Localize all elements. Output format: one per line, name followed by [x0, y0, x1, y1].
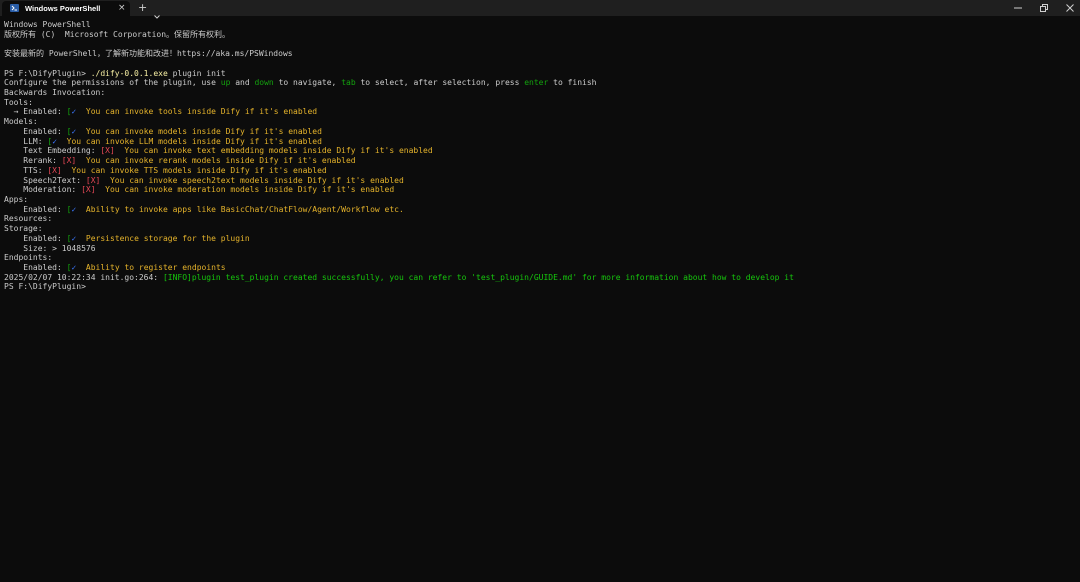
powershell-icon [10, 4, 19, 12]
final-prompt[interactable]: PS F:\DifyPlugin> [4, 282, 1076, 292]
option-text: Ability to register endpoints [76, 262, 226, 272]
key-tab: tab [341, 78, 356, 88]
key-up: up [220, 78, 231, 88]
option-prefix: Moderation: [4, 185, 82, 195]
option-text: You can invoke LLM models inside Dify if… [57, 136, 322, 146]
option-prefix: Text Embedding: [4, 146, 101, 156]
log-line: 2025/02/07 10:22:34 init.go:264: [INFO]p… [4, 273, 1076, 283]
terminal-output[interactable]: Windows PowerShell 版权所有 (C) Microsoft Co… [4, 20, 1076, 292]
option-text: You can invoke text embedding models ins… [114, 146, 433, 156]
llm-option[interactable]: LLM: [✓ You can invoke LLM models inside… [4, 137, 1076, 147]
storage-label: Storage: [4, 224, 43, 234]
x-mark: [X] [85, 175, 101, 185]
endpoints-enabled-option[interactable]: Enabled: [✓ Ability to register endpoint… [4, 263, 1076, 273]
apps-enabled-option[interactable]: Enabled: [✓ Ability to invoke apps like … [4, 205, 1076, 215]
copyright-line: 版权所有 (C) Microsoft Corporation。保留所有权利。 [4, 29, 231, 39]
command-line: PS F:\DifyPlugin> ./dify-0.0.1.exe plugi… [4, 69, 1076, 79]
command-exe: ./dify-0.0.1.exe [90, 68, 168, 78]
option-prefix: Speech2Text: [4, 175, 86, 185]
title-bar: Windows PowerShell × + [0, 0, 1080, 19]
resources-label: Resources: [4, 214, 53, 224]
models-enabled-option[interactable]: Enabled: [✓ You can invoke models inside… [4, 127, 1076, 137]
text-embedding-option[interactable]: Text Embedding: [X] You can invoke text … [4, 146, 1076, 156]
tab-title: Windows PowerShell [25, 4, 101, 13]
moderation-option[interactable]: Moderation: [X] You can invoke moderatio… [4, 185, 1076, 195]
instructions-line: Configure the permissions of the plugin,… [4, 78, 1076, 88]
option-prefix: LLM: [4, 136, 48, 146]
option-prefix: Enabled: [4, 204, 67, 214]
option-text: You can invoke moderation models inside … [95, 185, 395, 195]
models-label: Models: [4, 117, 38, 127]
rerank-option[interactable]: Rerank: [X] You can invoke rerank models… [4, 156, 1076, 166]
option-prefix: TTS: [4, 165, 48, 175]
backwards-invocation-label: Backwards Invocation: [4, 88, 106, 98]
size-line: Size: > 1048576 [4, 243, 96, 253]
key-down: down [254, 78, 274, 88]
install-hint-line: 安装最新的 PowerShell，了解新功能和改进！https://aka.ms… [4, 49, 293, 59]
key-enter: enter [524, 78, 549, 88]
speech2text-option[interactable]: Speech2Text: [X] You can invoke speech2t… [4, 176, 1076, 186]
tools-label: Tools: [4, 97, 33, 107]
option-prefix: Rerank: [4, 156, 62, 166]
text: and [230, 78, 255, 88]
close-icon[interactable]: × [118, 2, 126, 14]
option-prefix: Enabled: [4, 126, 67, 136]
command-args: plugin init [167, 68, 226, 78]
window-close-icon[interactable] [1058, 0, 1080, 16]
text: to select, after selection, press [355, 78, 525, 88]
option-prefix: Enabled: [4, 262, 67, 272]
option-text: Persistence storage for the plugin [76, 233, 250, 243]
storage-enabled-option[interactable]: Enabled: [✓ Persistence storage for the … [4, 234, 1076, 244]
x-mark: [X] [61, 156, 77, 166]
tts-option[interactable]: TTS: [X] You can invoke TTS models insid… [4, 166, 1076, 176]
minimize-icon[interactable] [1006, 0, 1030, 16]
apps-label: Apps: [4, 194, 29, 204]
option-text: You can invoke TTS models inside Dify if… [61, 165, 327, 175]
header-line: Windows PowerShell [4, 20, 91, 29]
maximize-icon[interactable] [1032, 0, 1056, 16]
option-text: You can invoke tools inside Dify if it's… [76, 107, 318, 117]
plus-icon[interactable]: + [138, 0, 147, 15]
endpoints-label: Endpoints: [4, 253, 53, 263]
option-text: You can invoke models inside Dify if it'… [76, 126, 322, 136]
option-prefix: → Enabled: [4, 107, 67, 117]
text: to navigate, [273, 78, 342, 88]
prompt: PS F:\DifyPlugin> [4, 68, 91, 78]
text: Configure the permissions of the plugin,… [4, 78, 221, 88]
option-prefix: Enabled: [4, 233, 67, 243]
tab-powershell[interactable]: Windows PowerShell × [2, 1, 130, 16]
option-text: You can invoke speech2text models inside… [100, 175, 404, 185]
x-mark: [X] [81, 185, 96, 195]
option-text: Ability to invoke apps like BasicChat/Ch… [76, 204, 404, 214]
x-mark: [X] [100, 146, 115, 156]
tools-enabled-option[interactable]: → Enabled: [✓ You can invoke tools insid… [4, 107, 1076, 117]
log-message: [INFO]plugin test_plugin created success… [162, 272, 794, 282]
option-text: You can invoke rerank models inside Dify… [76, 156, 356, 166]
log-timestamp: 2025/02/07 10:22:34 init.go:264: [4, 272, 163, 282]
text: to finish [548, 78, 597, 88]
x-mark: [X] [47, 165, 62, 175]
